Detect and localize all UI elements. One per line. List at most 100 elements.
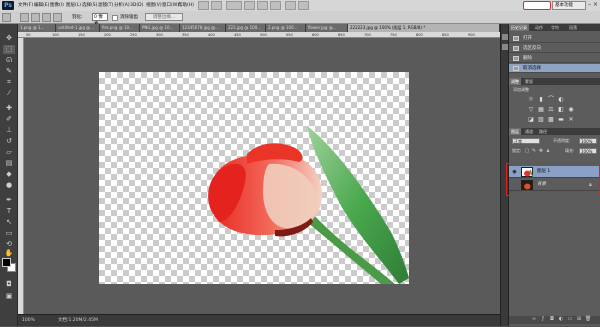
document-tab[interactable]: 222.jpg @ 100... <box>226 24 266 32</box>
quick-mask-icon[interactable]: ◘ <box>3 280 15 289</box>
healing-brush-tool-icon[interactable]: ✚ <box>3 104 15 113</box>
menu-3d[interactable]: 3D(D) <box>130 0 143 11</box>
eraser-tool-icon[interactable]: ▱ <box>3 148 15 157</box>
arrange-documents-button[interactable] <box>285 1 296 10</box>
tab-paths[interactable]: 路径 <box>537 128 549 135</box>
menu-filter[interactable]: 滤镜(T) <box>98 0 113 11</box>
tab-paragraph[interactable]: 段落 <box>567 24 579 31</box>
invert-icon[interactable]: ◪ <box>527 116 535 123</box>
tab-history[interactable]: 历史记录 <box>509 24 529 31</box>
feather-input[interactable]: 0 像素 <box>92 13 108 27</box>
dodge-tool-icon[interactable]: ● <box>3 181 15 190</box>
layer-style-icon[interactable]: ƒ <box>540 316 546 322</box>
tab-channels[interactable]: 通道 <box>523 128 535 135</box>
levels-icon[interactable]: ▮ <box>537 96 545 103</box>
lock-all-icon[interactable]: 🔒︎ <box>545 148 551 154</box>
opacity-input[interactable]: 100% <box>579 138 597 144</box>
pen-tool-icon[interactable]: ✒ <box>3 196 15 205</box>
document-tab[interactable]: untitled-1.jpg @... <box>56 24 100 32</box>
menu-select[interactable]: 选择(S) <box>82 0 97 11</box>
document-tab[interactable]: flower.jpg @... <box>306 24 348 32</box>
posterize-icon[interactable]: ▧ <box>537 116 545 123</box>
history-brush-tool-icon[interactable]: ↺ <box>3 137 15 146</box>
threshold-icon[interactable]: ▩ <box>547 116 555 123</box>
zoom-tool-button[interactable] <box>257 1 268 10</box>
gradient-map-icon[interactable]: ▬ <box>557 116 565 123</box>
subtract-selection-icon[interactable] <box>42 13 51 22</box>
new-layer-icon[interactable]: ⊞ <box>576 316 582 322</box>
document-tab-active[interactable]: 222223.jpg @ 100% (图层 1, RGB/8) * <box>348 24 500 32</box>
menu-analysis[interactable]: 分析(A) <box>114 0 130 11</box>
shape-tool-icon[interactable]: ▭ <box>3 229 15 238</box>
history-step-selected[interactable]: 取消选择 <box>509 64 600 73</box>
eyedropper-tool-icon[interactable]: ⁄ <box>3 89 15 98</box>
rotate-view-button[interactable] <box>270 1 281 10</box>
menu-layer[interactable]: 图层(L) <box>66 0 81 11</box>
document-tab[interactable]: PNG.jpg @ 10... <box>140 24 180 32</box>
zoom-level-dropdown[interactable] <box>226 1 242 10</box>
screen-mode-icon[interactable]: ▣ <box>3 292 15 301</box>
brightness-icon[interactable]: ☼ <box>527 96 535 103</box>
add-mask-icon[interactable]: ◘ <box>549 316 555 322</box>
workspace-switcher[interactable]: 基本功能 <box>552 1 586 10</box>
crop-tool-icon[interactable]: ⌗ <box>3 78 15 87</box>
document-tab[interactable]: 12345678.jpg @... <box>180 24 226 32</box>
menu-help[interactable]: 帮助(H) <box>178 0 194 11</box>
canvas-area[interactable] <box>24 38 500 314</box>
bridge-button[interactable] <box>198 1 209 10</box>
menu-edit[interactable]: 编辑(E) <box>34 0 49 11</box>
move-tool-icon[interactable]: ✥ <box>3 34 15 43</box>
document-tab[interactable]: 1.png @ 1... <box>18 24 56 32</box>
curves-icon[interactable]: ⌒ <box>547 96 555 103</box>
color-balance-icon[interactable]: ⚖ <box>547 106 555 113</box>
add-selection-icon[interactable] <box>31 13 40 22</box>
tab-character[interactable]: 字符 <box>549 24 561 31</box>
hand-tool-icon[interactable]: ✋ <box>3 249 15 258</box>
tab-adjustments[interactable]: 调整 <box>509 78 521 85</box>
hue-saturation-icon[interactable]: ▦ <box>537 106 545 113</box>
new-selection-icon[interactable] <box>20 13 29 22</box>
menu-view[interactable]: 视图(V) <box>146 0 162 11</box>
document-tab[interactable]: fire.png @ 10... <box>100 24 140 32</box>
color-swatches[interactable] <box>2 258 16 272</box>
lock-position-icon[interactable]: ✥ <box>538 148 544 154</box>
type-tool-icon[interactable]: T <box>3 207 15 216</box>
tab-masks[interactable]: 蒙版 <box>523 78 535 85</box>
history-step[interactable]: 打开 <box>509 34 600 43</box>
foreground-color-swatch[interactable] <box>2 258 11 267</box>
marquee-tool-icon[interactable]: ⬚ <box>3 45 15 54</box>
exposure-icon[interactable]: ◐ <box>557 96 565 103</box>
tab-layers[interactable]: 图层 <box>509 128 521 135</box>
hand-tool-button[interactable] <box>244 1 255 10</box>
brush-tool-icon[interactable]: ✐ <box>3 115 15 124</box>
close-icon[interactable]: × <box>593 1 598 9</box>
new-group-icon[interactable]: ▭ <box>567 316 573 322</box>
blend-mode-dropdown[interactable]: 正常 <box>512 138 540 144</box>
link-layers-icon[interactable]: ∞ <box>531 316 537 322</box>
blur-tool-icon[interactable]: ◆ <box>3 170 15 179</box>
photo-filter-icon[interactable]: ◉ <box>567 106 575 113</box>
lasso-tool-icon[interactable]: ᘏ <box>3 56 15 65</box>
refine-edge-button[interactable]: 调整边缘... <box>145 13 183 21</box>
menu-image[interactable]: 图像(I) <box>50 0 64 11</box>
history-step[interactable]: 删除 <box>509 54 600 63</box>
clone-stamp-tool-icon[interactable]: ⊥ <box>3 126 15 135</box>
history-step[interactable]: 选区反向 <box>509 44 600 53</box>
adjustment-layer-icon[interactable]: ◐ <box>558 316 564 322</box>
minibridge-button[interactable] <box>211 1 222 10</box>
path-select-tool-icon[interactable]: ↖ <box>3 218 15 227</box>
minimize-icon[interactable]: – <box>587 1 592 9</box>
3d-rotate-tool-icon[interactable]: ⟲ <box>3 240 15 249</box>
lock-transparency-icon[interactable]: ▢ <box>524 148 530 154</box>
vibrance-icon[interactable]: ▽ <box>527 106 535 113</box>
antialias-checkbox[interactable] <box>112 15 118 21</box>
screen-mode-button[interactable] <box>298 1 309 10</box>
selective-color-icon[interactable]: ✕ <box>567 116 575 123</box>
menu-window[interactable]: 窗口(W) <box>162 0 179 11</box>
zoom-readout[interactable]: 100% <box>22 315 35 327</box>
menu-file[interactable]: 文件(F) <box>18 0 33 11</box>
gradient-tool-icon[interactable]: ▤ <box>3 159 15 168</box>
tab-actions[interactable]: 动作 <box>533 24 545 31</box>
black-white-icon[interactable]: ◧ <box>557 106 565 113</box>
marquee-preset-icon[interactable] <box>2 13 11 22</box>
